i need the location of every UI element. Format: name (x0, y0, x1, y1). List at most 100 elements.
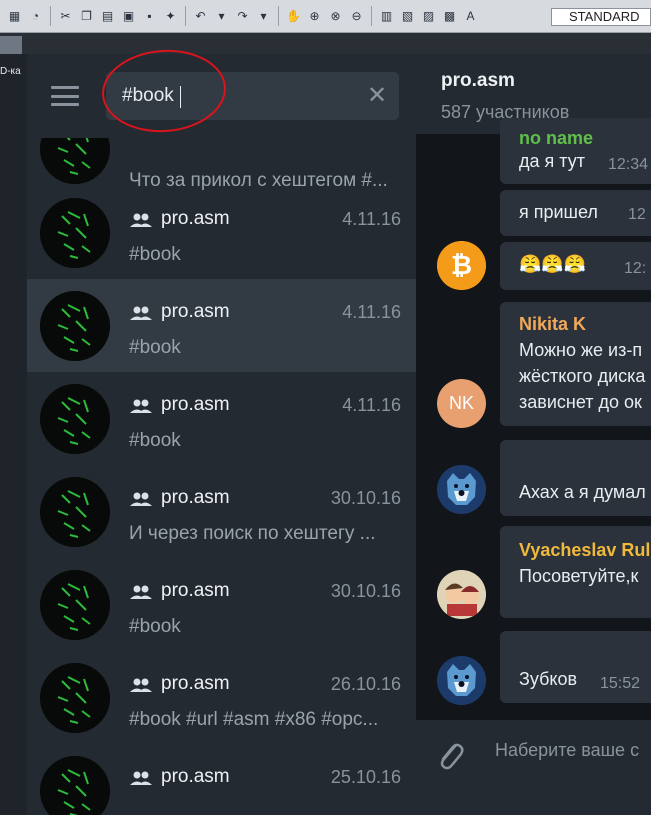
result-item[interactable]: pro.asm 4.11.16 #book (27, 279, 416, 372)
paperclip-icon (440, 743, 464, 770)
result-date: 4.11.16 (342, 302, 401, 322)
message-time: 12:34 (608, 156, 649, 173)
dropdown-icon[interactable]: ▾ (255, 7, 273, 25)
print-icon[interactable]: ▣ (120, 7, 138, 25)
toolbar-icon-row: ▦ ◔ ✂ ❐ ▤ ▣ ▪ ✦ ↶ ▾ ↷ ▾ ✋ ⊕ ⊗ ⊖ ▥ ▧ ▨ ▩ A (0, 6, 481, 26)
group-icon (129, 584, 153, 600)
message-bubble: Зубков 15:52 (500, 631, 651, 703)
save-icon[interactable]: ▪ (141, 7, 159, 25)
message-line: зависнет до ок (519, 392, 642, 412)
result-message: #book (129, 244, 181, 265)
avatar-pattern-icon (40, 198, 110, 268)
result-message: #book (129, 430, 181, 451)
group-avatar (40, 198, 110, 268)
result-item[interactable]: pro.asm 30.10.16 И через поиск по хештегу … (27, 465, 416, 558)
left-side-strip (0, 54, 27, 815)
result-date: 4.11.16 (342, 395, 401, 415)
result-item[interactable]: pro.asm 4.11.16 #book (27, 186, 416, 279)
user-avatar[interactable] (437, 465, 486, 514)
menu-bar (51, 86, 79, 89)
group-avatar (40, 756, 110, 815)
group-avatar (40, 663, 110, 733)
avatar-pattern-icon (40, 663, 110, 733)
message-text: да я тут (519, 151, 585, 171)
group-icon (129, 398, 153, 414)
hamburger-menu-button[interactable] (51, 86, 79, 106)
result-date: 30.10.16 (330, 581, 401, 601)
properties-icon[interactable]: ▥ (378, 7, 396, 25)
sheet-icon[interactable]: ▧ (399, 7, 417, 25)
undo-icon[interactable]: ↶ (192, 7, 210, 25)
message-input-bar (416, 720, 651, 815)
user-avatar[interactable]: NK (437, 379, 486, 428)
message-bubble: Vyacheslav Rul Посоветуйте,к (500, 526, 651, 618)
user-avatar[interactable] (437, 656, 486, 705)
message-text: 😤😤😤 (519, 254, 587, 274)
group-icon (129, 491, 153, 507)
group-avatar (40, 384, 110, 454)
redo-icon[interactable]: ↷ (234, 7, 252, 25)
tool-palette-icon[interactable]: ▨ (420, 7, 438, 25)
message-area: no name да я тут 12:34 я пришел 12 ₿ 😤😤😤… (416, 118, 651, 720)
result-date: 25.10.16 (330, 767, 401, 787)
result-item[interactable]: pro.asm 25.10.16 (27, 744, 416, 815)
result-chat-name: pro.asm (161, 580, 230, 601)
result-item[interactable]: pro.asm 4.11.16 #book (27, 372, 416, 465)
message-line: жёсткого диска (519, 366, 646, 386)
search-results-panel: Что за прикол с хештегом #... pro.asm 4.1… (27, 54, 416, 815)
clear-search-button[interactable]: ✕ (365, 84, 389, 108)
zoom-icon[interactable]: ⊕ (306, 7, 324, 25)
result-message: #book (129, 337, 181, 358)
cartoon-avatar-icon (437, 570, 486, 619)
result-date: 30.10.16 (330, 488, 401, 508)
avatar-pattern-icon (40, 291, 110, 361)
paste-icon[interactable]: ▤ (99, 7, 117, 25)
copy-icon[interactable]: ❐ (78, 7, 96, 25)
sender-name: Nikita K (519, 314, 587, 334)
sender-name: no name (519, 128, 594, 148)
grid-icon[interactable]: ▦ (6, 7, 24, 25)
search-input[interactable] (122, 84, 362, 108)
pan-icon[interactable]: ✋ (285, 7, 303, 25)
zoom-prev-icon[interactable]: ⊖ (348, 7, 366, 25)
wand-icon[interactable]: ✦ (162, 7, 180, 25)
user-avatar[interactable] (437, 570, 486, 619)
group-icon (129, 677, 153, 693)
result-chat-name: pro.asm (161, 301, 230, 322)
result-item[interactable]: pro.asm 26.10.16 #book #url #asm #x86 #opc… (27, 651, 416, 744)
message-bubble: я пришел 12 (500, 190, 651, 236)
avatar-pattern-icon (40, 756, 110, 815)
group-icon (129, 305, 153, 321)
text-style-icon[interactable]: A (462, 7, 480, 25)
message-text: Ахах а я думал (519, 482, 646, 502)
message-time: 12 (628, 206, 646, 223)
group-icon (129, 770, 153, 786)
message-text: я пришел (519, 202, 598, 222)
result-date: 4.11.16 (342, 209, 401, 229)
message-line: Можно же из-п (519, 340, 643, 360)
calculator-icon[interactable]: ▩ (441, 7, 459, 25)
chat-title: pro.asm (441, 70, 515, 91)
toolbar-separator (185, 6, 186, 26)
svg-text:₿: ₿ (451, 250, 472, 280)
group-avatar (40, 570, 110, 640)
standard-dropdown-value: STANDARD (569, 9, 640, 24)
result-chat-name: pro.asm (161, 208, 230, 229)
bear-avatar-icon (437, 656, 486, 705)
app-toolbar: ▦ ◔ ✂ ❐ ▤ ▣ ▪ ✦ ↶ ▾ ↷ ▾ ✋ ⊕ ⊗ ⊖ ▥ ▧ ▨ ▩ A STANDARD (0, 0, 651, 33)
dropdown-icon[interactable]: ▾ (213, 7, 231, 25)
avatar-pattern-icon (40, 384, 110, 454)
attach-icon[interactable] (434, 737, 466, 773)
result-message: #book #url #asm #x86 #opc... (129, 709, 379, 730)
zoom-window-icon[interactable]: ⊗ (327, 7, 345, 25)
bitcoin-avatar[interactable]: ₿ (437, 241, 486, 290)
toolbar-tab[interactable] (0, 36, 22, 54)
globe-icon[interactable]: ◔ (27, 7, 45, 25)
avatar-initials: NK (448, 393, 474, 413)
result-item[interactable]: pro.asm 30.10.16 #book (27, 558, 416, 651)
message-bubble: no name да я тут 12:34 (500, 118, 651, 184)
cut-icon[interactable]: ✂ (57, 7, 75, 25)
result-chat-name: pro.asm (161, 673, 230, 694)
message-input[interactable] (495, 740, 651, 761)
standard-dropdown[interactable]: STANDARD (551, 8, 651, 26)
